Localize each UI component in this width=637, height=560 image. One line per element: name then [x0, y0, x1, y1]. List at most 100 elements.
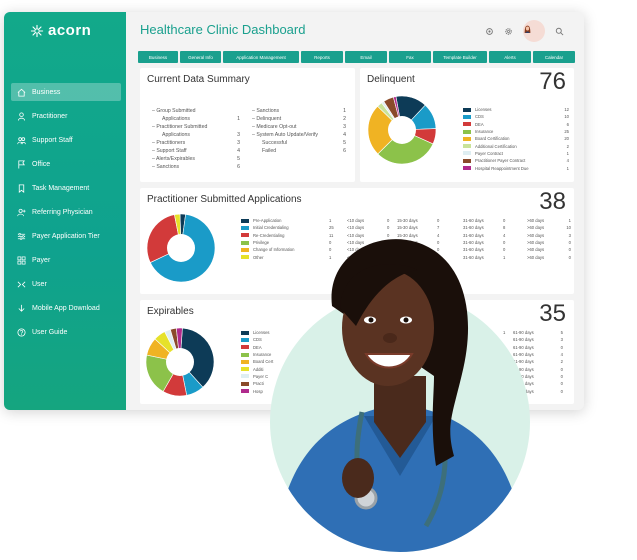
- summary-label: – Group Submitted: [152, 108, 196, 114]
- sidebar-item-label: Practitioner: [32, 112, 68, 120]
- legend-swatch: [241, 225, 249, 230]
- expirables-donut-chart: [145, 327, 215, 397]
- bucket-value: 4: [560, 352, 563, 358]
- sidebar-item-practitioner[interactable]: Practitioner: [11, 107, 121, 125]
- summary-label: – Support Staff: [152, 148, 187, 154]
- summary-value: 4: [237, 148, 240, 154]
- header-actions: [485, 20, 564, 42]
- bucket-value: 0: [437, 218, 440, 224]
- legend-value: 20: [564, 136, 569, 142]
- sidebar-item-user-guide[interactable]: User Guide: [11, 323, 121, 341]
- tab-business[interactable]: Business: [138, 51, 178, 63]
- legend-value: 2: [566, 143, 569, 149]
- legend-swatch: [463, 151, 471, 156]
- summary-label: Applications: [162, 116, 190, 122]
- legend-row: Practitioner Payer Contract 4: [463, 157, 569, 164]
- legend-label: Payer Contract: [475, 150, 503, 156]
- delinquent-donut-chart: [367, 95, 437, 165]
- summary-label: Applications: [162, 132, 190, 138]
- legend-swatch: [463, 144, 471, 149]
- legend-swatch: [241, 255, 249, 260]
- bucket-value: 0: [568, 240, 571, 246]
- gear-icon[interactable]: [504, 27, 513, 36]
- bucket-value: 0: [568, 254, 571, 260]
- summary-value: 3: [237, 140, 240, 146]
- legend-swatch: [241, 352, 249, 357]
- summary-row: – System Auto Update/Verify 4: [252, 131, 346, 139]
- summary-row: Failed 6: [252, 147, 346, 155]
- tab-fax[interactable]: Fax: [389, 51, 431, 63]
- legend-label: Hospital Reappointment Due: [475, 165, 529, 171]
- person-icon: [17, 111, 26, 121]
- summary-value: 1: [237, 116, 240, 122]
- brand-logo[interactable]: acorn: [30, 22, 91, 39]
- bucket-value: 3: [568, 232, 571, 238]
- sidebar-item-mobile-app-download[interactable]: Mobile App Download: [11, 299, 121, 317]
- summary-value: 5: [343, 140, 346, 146]
- sidebar-item-user[interactable]: User: [11, 275, 121, 293]
- summary-label: – Alerts/Expirables: [152, 156, 195, 162]
- summary-value: 6: [343, 148, 346, 154]
- summary-label: – Sanctions: [252, 108, 280, 114]
- sidebar-item-support-staff[interactable]: Support Staff: [11, 131, 121, 149]
- summary-label: – Practitioner Submitted: [152, 124, 208, 130]
- legend-swatch: [241, 240, 249, 245]
- legend-swatch: [463, 166, 471, 171]
- tab-calendar[interactable]: Calendar: [533, 51, 575, 63]
- sidebar: acorn Business Practitioner Support Staf…: [4, 12, 126, 410]
- bucket-label: >60 days: [527, 218, 545, 224]
- tab-general-info[interactable]: General Info: [180, 51, 221, 63]
- grid-icon: [17, 256, 26, 264]
- settings-icon[interactable]: [485, 27, 494, 36]
- sidebar-item-office[interactable]: Office: [11, 155, 121, 173]
- search-icon[interactable]: [555, 27, 564, 36]
- legend-value: 4: [566, 158, 569, 164]
- legend-value: 12: [564, 107, 569, 113]
- sidebar-item-payer[interactable]: Payer: [11, 251, 121, 269]
- legend-swatch: [463, 122, 471, 127]
- tab-reports[interactable]: Reports: [301, 51, 343, 63]
- summary-value: 6: [237, 164, 240, 170]
- bucket-value: 10: [566, 225, 571, 231]
- tab-email[interactable]: Email: [345, 51, 387, 63]
- sidebar-item-label: Payer: [32, 256, 51, 264]
- summary-label: Successful: [262, 140, 288, 146]
- summary-label: – Practitioners: [152, 140, 186, 146]
- legend-swatch: [241, 247, 249, 252]
- tab-alerts[interactable]: Alerts: [489, 51, 531, 63]
- legend-row: Hospital Reappointment Due 1: [463, 164, 569, 171]
- bucket-label: <10 days: [347, 218, 365, 224]
- legend-label: DEA: [475, 121, 484, 127]
- avatar[interactable]: [523, 20, 545, 42]
- legend-value: 25: [564, 129, 569, 135]
- summary-label: Failed: [262, 148, 277, 154]
- flag-icon: [18, 159, 25, 169]
- legend-label: Board Certification: [475, 136, 510, 142]
- sidebar-item-payer-application-tier[interactable]: Payer Application Tier: [11, 227, 121, 245]
- sidebar-item-label: User Guide: [32, 328, 68, 336]
- sidebar-item-label: Payer Application Tier: [32, 232, 100, 240]
- acorn-logo-icon: [30, 24, 44, 37]
- summary-value: 5: [237, 156, 240, 162]
- bucket-value: 0: [387, 218, 390, 224]
- users-icon: [17, 281, 26, 287]
- tab-application-management[interactable]: Application Management: [223, 51, 299, 63]
- tab-template-builder[interactable]: Template Builder: [433, 51, 487, 63]
- help-icon: [17, 327, 26, 337]
- bucket-value: 0: [560, 373, 563, 379]
- summary-row: – Delinquent 2: [252, 115, 346, 123]
- bucket-value: 0: [560, 381, 563, 387]
- donut-hole: [388, 116, 416, 144]
- sidebar-item-referring-physician[interactable]: Referring Physician: [11, 203, 121, 221]
- page-title: Healthcare Clinic Dashboard: [140, 22, 306, 37]
- sidebar-item-business[interactable]: Business: [11, 83, 121, 101]
- legend-value: 1: [566, 150, 569, 156]
- bucket-value: 0: [503, 218, 506, 224]
- delinquent-count: 76: [539, 68, 566, 95]
- tab-bar: Business General Info Application Manage…: [138, 51, 575, 63]
- legend-label: Insurance: [475, 129, 494, 135]
- sidebar-item-task-management[interactable]: Task Management: [11, 179, 121, 197]
- delinquent-legend: Licenses 12 CDS 10 DEA 6 Insurance 25 Board Cert…: [463, 106, 569, 172]
- legend-swatch: [463, 129, 471, 134]
- summary-row: – Support Staff 4: [152, 147, 240, 155]
